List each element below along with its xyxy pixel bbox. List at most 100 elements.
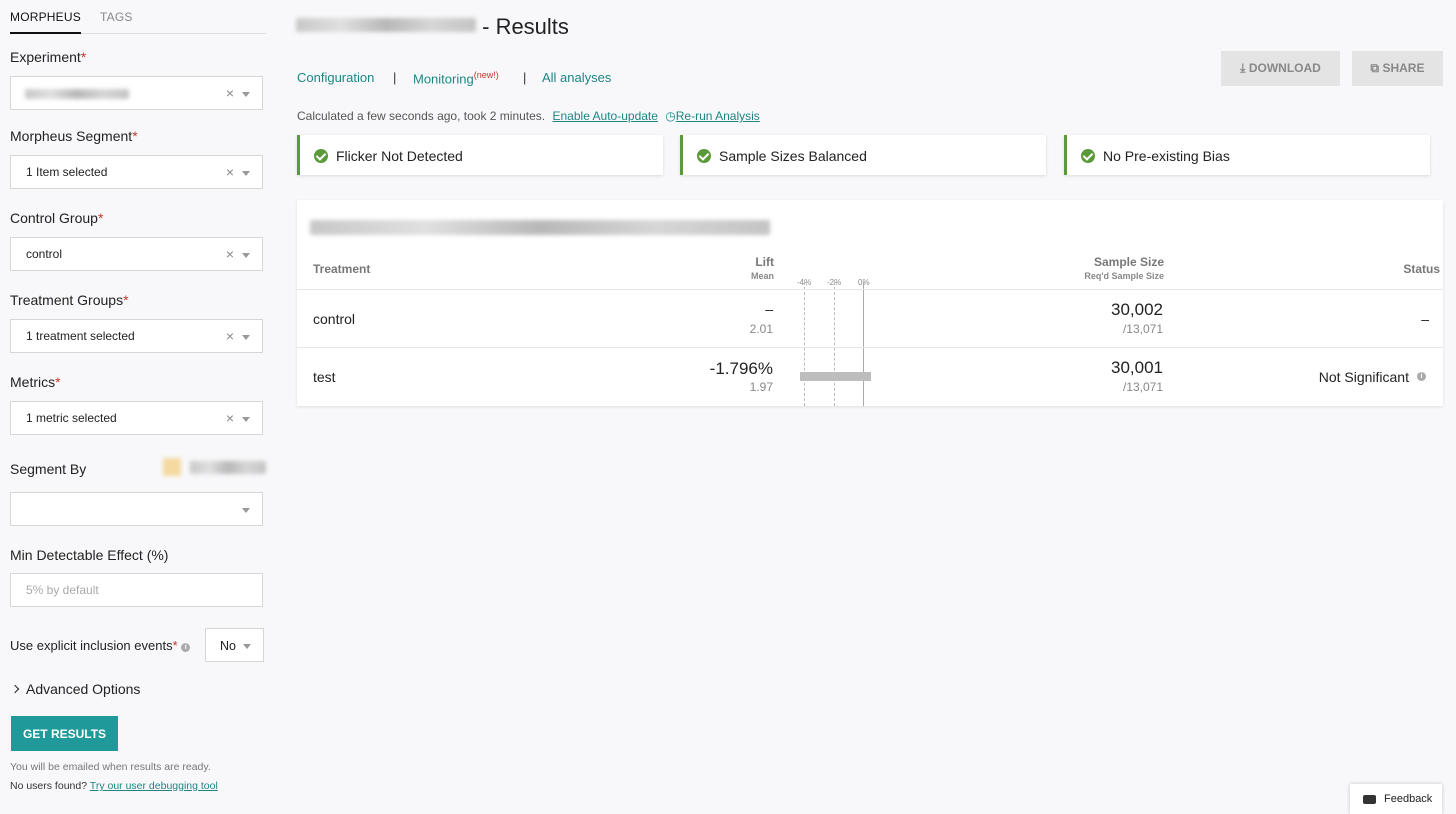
chat-icon	[1363, 795, 1376, 804]
advanced-options-toggle[interactable]: Advanced Options	[10, 681, 141, 697]
control-group-select[interactable]: control ×	[10, 237, 263, 271]
header-treatment: Treatment	[313, 262, 371, 276]
mde-label: Min Detectable Effect (%)	[10, 547, 169, 563]
sidebar-tabs: MORPHEUS TAGS	[10, 0, 266, 34]
chevron-down-icon[interactable]	[242, 335, 250, 340]
mde-input[interactable]	[10, 573, 263, 607]
treatment-groups-value: 1 treatment selected	[26, 329, 135, 343]
table-row: test -1.796% 1.97 30,001 /13,071 Not Sig…	[297, 347, 1443, 407]
sample-size-value: 30,002	[1111, 300, 1163, 319]
redacted-metric-title	[310, 220, 770, 235]
header-status: Status	[1403, 262, 1440, 276]
check-label: No Pre-existing Bias	[1103, 148, 1230, 164]
auto-update-link[interactable]: Enable Auto-update	[553, 109, 658, 123]
check-card-bias: No Pre-existing Bias	[1064, 135, 1430, 175]
feedback-label: Feedback	[1384, 793, 1433, 805]
tab-tags[interactable]: TAGS	[100, 10, 133, 24]
redacted-swatch	[163, 458, 181, 476]
info-icon[interactable]: i	[181, 643, 191, 652]
treatment-name: control	[313, 311, 356, 327]
required-sample-value: /13,071	[1122, 380, 1163, 394]
redacted-experiment-name	[25, 89, 129, 99]
control-group-label: Control Group*	[10, 210, 104, 226]
chevron-down-icon[interactable]	[242, 253, 250, 258]
nav-separator: |	[393, 70, 397, 85]
download-icon: ⤓	[1240, 61, 1246, 75]
confidence-interval-bar	[800, 372, 871, 381]
segment-label: Morpheus Segment*	[10, 128, 138, 144]
rerun-link[interactable]: Re-run Analysis	[676, 109, 760, 123]
clock-icon: ◷	[665, 109, 676, 123]
mean-value: 2.01	[749, 322, 773, 336]
nav-separator: |	[523, 70, 527, 85]
experiment-select[interactable]: ×	[10, 76, 263, 110]
segment-select[interactable]: 1 Item selected ×	[10, 155, 263, 189]
table-row: control – 2.01 30,002 /13,071 –	[297, 289, 1443, 347]
experiment-label: Experiment*	[10, 49, 87, 65]
clear-icon[interactable]: ×	[226, 85, 234, 101]
lift-value: -1.796%	[709, 359, 773, 378]
status-value: –	[1421, 311, 1429, 327]
lift-value: –	[765, 301, 773, 317]
header-lift-sub: Mean	[750, 271, 774, 281]
control-group-value: control	[26, 247, 63, 261]
inclusion-label: Use explicit inclusion events* i	[10, 638, 191, 653]
chevron-down-icon[interactable]	[242, 417, 250, 422]
get-results-button[interactable]: GET RESULTS	[11, 716, 118, 751]
tab-morpheus[interactable]: MORPHEUS	[10, 10, 81, 34]
header-sample-size: Sample Size	[1093, 255, 1164, 269]
check-circle-icon	[697, 149, 711, 163]
sample-size-value: 30,001	[1111, 358, 1163, 377]
info-icon[interactable]: i	[1417, 372, 1426, 381]
external-link-icon: ⧉	[1370, 61, 1380, 75]
check-circle-icon	[314, 149, 328, 163]
chevron-down-icon[interactable]	[242, 92, 250, 97]
chevron-down-icon[interactable]	[243, 644, 251, 649]
treatment-name: test	[313, 369, 336, 385]
clear-icon[interactable]: ×	[226, 246, 234, 262]
header-lift: Lift	[755, 255, 774, 269]
clear-icon[interactable]: ×	[226, 164, 234, 180]
email-note: You will be emailed when results are rea…	[10, 761, 211, 773]
inclusion-value: No	[220, 639, 236, 653]
check-label: Sample Sizes Balanced	[719, 148, 867, 164]
sidebar: MORPHEUS TAGS Experiment* × Morpheus Seg…	[0, 0, 280, 814]
status-value: Not Significant	[1318, 369, 1409, 385]
advanced-options-label: Advanced Options	[26, 681, 141, 697]
redacted-segment-by	[190, 461, 266, 474]
segment-by-select[interactable]	[10, 492, 263, 526]
check-card-flicker: Flicker Not Detected	[297, 135, 663, 175]
segment-value: 1 Item selected	[26, 165, 108, 179]
page-title: - Results	[296, 14, 569, 40]
chevron-right-icon	[10, 684, 20, 694]
feedback-button[interactable]: Feedback	[1350, 784, 1442, 814]
clear-icon[interactable]: ×	[226, 410, 234, 426]
treatment-groups-select[interactable]: 1 treatment selected ×	[10, 319, 263, 353]
redacted-experiment-title	[296, 18, 476, 32]
check-card-sample-sizes: Sample Sizes Balanced	[680, 135, 1046, 175]
results-table: Treatment Lift Mean Sample Size Req'd Sa…	[297, 200, 1443, 406]
check-circle-icon	[1081, 149, 1095, 163]
no-users-note: No users found? Try our user debugging t…	[10, 780, 218, 792]
debug-tool-link[interactable]: Try our user debugging tool	[90, 780, 218, 792]
required-sample-value: /13,071	[1122, 322, 1163, 336]
calc-status: Calculated a few seconds ago, took 2 min…	[297, 109, 760, 123]
mean-value: 1.97	[749, 380, 773, 394]
nav-monitoring[interactable]: Monitoring(new!)	[413, 70, 499, 86]
clear-icon[interactable]: ×	[226, 328, 234, 344]
share-button[interactable]: ⧉ SHARE	[1352, 51, 1443, 86]
check-label: Flicker Not Detected	[336, 148, 463, 164]
treatment-groups-label: Treatment Groups*	[10, 292, 129, 308]
metrics-value: 1 metric selected	[26, 411, 117, 425]
new-badge: (new!)	[473, 70, 499, 80]
chevron-down-icon[interactable]	[242, 508, 250, 513]
inclusion-select[interactable]: No	[205, 628, 264, 662]
nav-configuration[interactable]: Configuration	[297, 70, 374, 85]
chevron-down-icon[interactable]	[242, 171, 250, 176]
metrics-label: Metrics*	[10, 374, 61, 390]
segment-by-label: Segment By	[10, 461, 87, 477]
header-sample-size-sub: Req'd Sample Size	[1084, 271, 1164, 281]
nav-all-analyses[interactable]: All analyses	[542, 70, 611, 85]
metrics-select[interactable]: 1 metric selected ×	[10, 401, 263, 435]
download-button[interactable]: ⤓ DOWNLOAD	[1221, 51, 1340, 86]
